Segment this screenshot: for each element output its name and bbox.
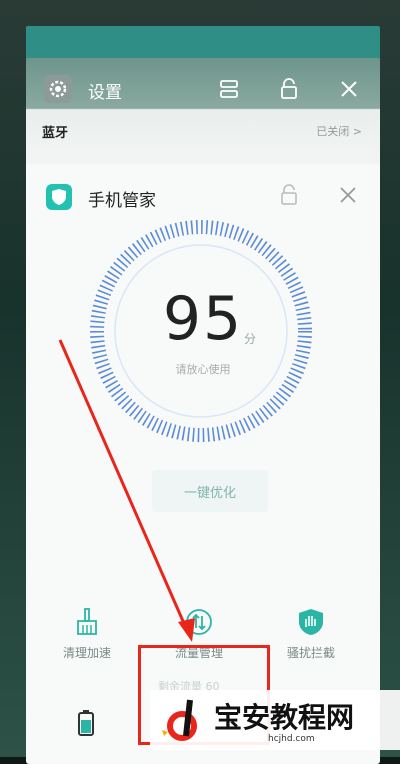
health-score: 95 bbox=[162, 284, 244, 354]
one-click-optimize-button[interactable]: 一键优化 bbox=[152, 470, 268, 512]
broom-icon bbox=[69, 604, 105, 640]
watermark-url: hcjhd.com bbox=[268, 734, 315, 744]
phone-manager-shield-icon bbox=[46, 184, 72, 210]
close-icon[interactable] bbox=[335, 182, 361, 208]
lock-icon[interactable] bbox=[276, 182, 302, 208]
lock-icon[interactable] bbox=[276, 76, 302, 102]
settings-card-title: 设置 bbox=[88, 83, 122, 103]
settings-app-card[interactable]: 设置 蓝牙 已关闭 > bbox=[26, 58, 380, 170]
settings-card-header: 设置 bbox=[26, 58, 380, 120]
score-unit: 分 bbox=[244, 332, 257, 346]
watermark-text: 宝安教程网 bbox=[214, 701, 355, 734]
traffic-icon bbox=[181, 604, 217, 640]
bluetooth-status: 已关闭 > bbox=[316, 125, 362, 138]
bluetooth-label: 蓝牙 bbox=[42, 126, 69, 141]
watermark-logo-icon bbox=[162, 699, 197, 741]
split-screen-icon[interactable] bbox=[216, 76, 242, 102]
settings-gear-icon bbox=[44, 75, 72, 103]
feature-clean-speedup[interactable]: 清理加速 bbox=[42, 604, 132, 661]
score-subtitle: 请放心使用 bbox=[175, 363, 231, 376]
shield-hand-icon bbox=[293, 604, 329, 640]
feature-harassment-block[interactable]: 骚扰拦截 bbox=[266, 604, 356, 661]
feature-label: 骚扰拦截 bbox=[286, 646, 335, 660]
phone-manager-title: 手机管家 bbox=[88, 191, 156, 211]
site-watermark: 宝安教程网 hcjhd.com bbox=[150, 690, 400, 750]
close-icon[interactable] bbox=[336, 76, 362, 102]
battery-icon[interactable] bbox=[78, 710, 94, 736]
feature-label: 清理加速 bbox=[62, 646, 111, 660]
